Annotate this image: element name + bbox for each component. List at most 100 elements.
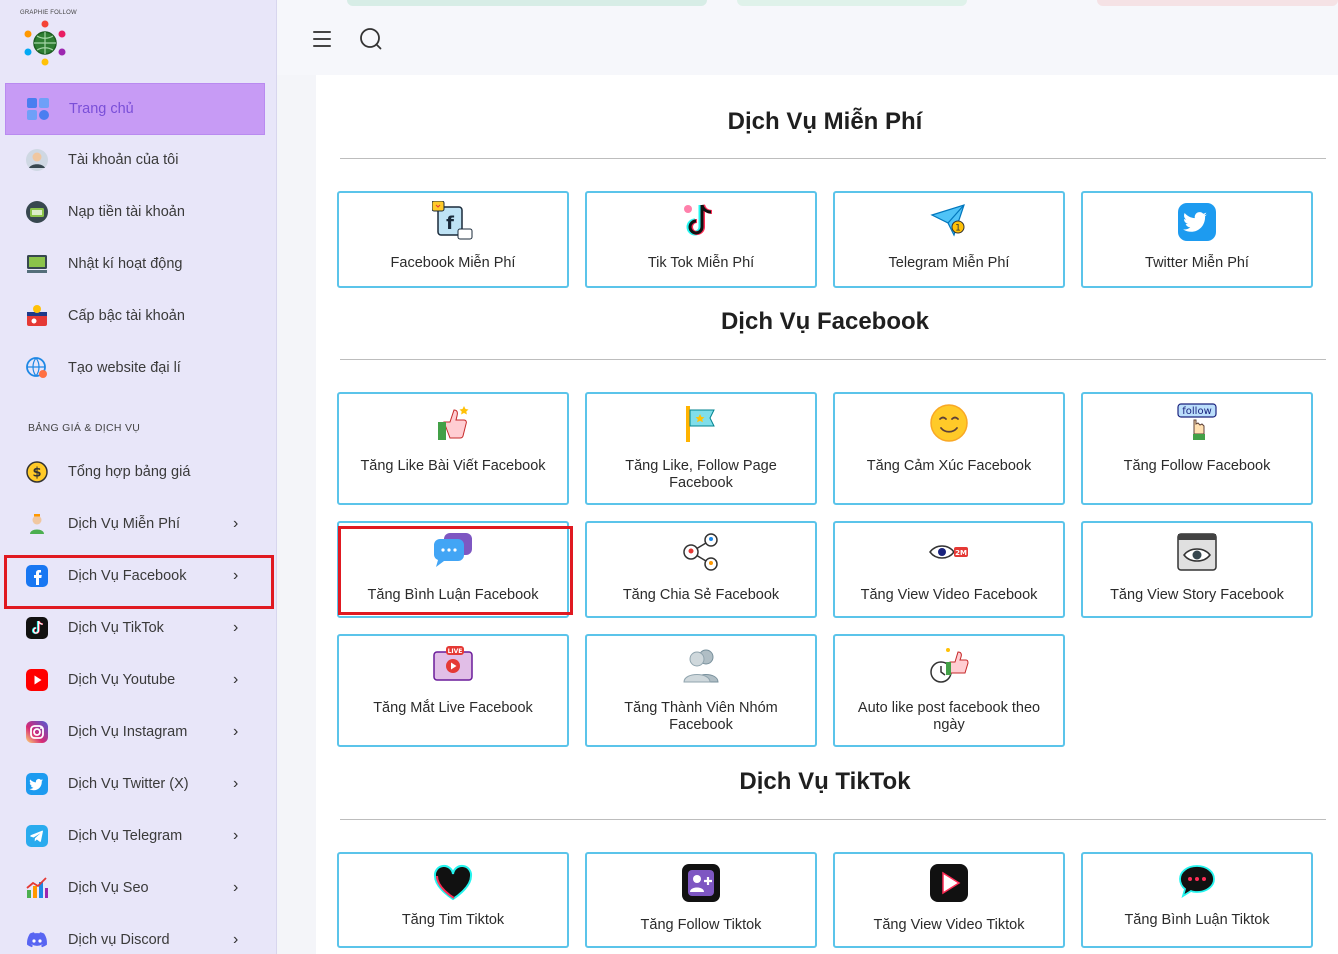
globe-logo-icon [24,20,66,66]
sidebar-item-activity-log[interactable]: Nhật kí hoạt động [5,238,265,290]
follow-badge-text: follow [1182,406,1212,417]
card-telegram-free[interactable]: 1 Telegram Miễn Phí [833,191,1065,288]
sidebar-item-account[interactable]: Tài khoản của tôi [5,134,265,186]
top-header [277,0,1338,75]
card-comment-tiktok[interactable]: Tăng Bình Luận Tiktok [1081,852,1313,948]
card-label: Facebook Miễn Phí [390,255,516,271]
sidebar-item-twitter-services[interactable]: Dịch Vụ Twitter (X) › [5,758,265,810]
instagram-icon [24,719,50,745]
section-title-free: Dịch Vụ Miễn Phí [727,108,923,135]
seo-icon [24,875,50,901]
card-auto-like-facebook[interactable]: Auto like post facebook theo ngày [833,634,1065,747]
play-video-icon [928,862,970,904]
card-label: Tăng View Video Facebook [860,587,1038,603]
card-label: Tăng Thành Viên Nhóm Facebook [624,700,778,733]
card-label: Auto like post facebook theo ngày [857,700,1041,733]
card-label: Twitter Miễn Phí [1145,255,1249,271]
sidebar-item-deposit[interactable]: Nạp tiền tài khoản [5,186,265,238]
flag-icon [680,402,722,444]
live-badge-text: LIVE [448,648,463,655]
menu-toggle-icon[interactable] [313,31,331,47]
eye-views-icon: 2M [928,531,970,573]
sidebar-item-free-services[interactable]: Dịch Vụ Miễn Phí › [5,498,265,550]
sidebar-item-price-list[interactable]: $ Tổng hợp bảng giá [5,446,265,498]
twitter-icon [1176,201,1218,243]
sidebar-item-seo-services[interactable]: Dịch Vụ Seo › [5,862,265,914]
svg-text:$: $ [32,466,41,481]
sidebar-item-label: Dịch Vụ Instagram [68,724,188,740]
card-live-eyes-facebook[interactable]: LIVE Tăng Mắt Live Facebook [337,634,569,747]
smiley-icon [928,402,970,444]
card-hearts-tiktok[interactable]: Tăng Tim Tiktok [337,852,569,948]
section-title-facebook: Dịch Vụ Facebook [720,308,930,335]
card-label: Tăng Like, Follow Page Facebook [625,458,777,491]
card-view-video-facebook[interactable]: 2M Tăng View Video Facebook [833,521,1065,618]
auto-like-clock-icon [928,644,970,686]
divider [340,359,1326,360]
sidebar-item-label: Dịch vụ Discord [68,932,170,948]
sidebar-item-instagram-services[interactable]: Dịch Vụ Instagram › [5,706,265,758]
youtube-icon [24,667,50,693]
main-content: Dịch Vụ Miễn Phí f Facebook Miễn Phí Tik… [316,75,1338,954]
group-users-icon [680,644,722,686]
user-account-icon [24,147,50,173]
card-label: Tăng Chia Sẻ Facebook [622,587,780,603]
card-view-video-tiktok[interactable]: Tăng View Video Tiktok [833,852,1065,948]
sidebar-item-label: Dịch Vụ Seo [68,880,149,896]
divider [340,819,1326,820]
sidebar-item-agent-website[interactable]: Tạo website đại lí [5,342,265,394]
sidebar-item-telegram-services[interactable]: Dịch Vụ Telegram › [5,810,265,862]
card-label: Tik Tok Miễn Phí [647,255,755,271]
card-like-follow-page-facebook[interactable]: Tăng Like, Follow Page Facebook [585,392,817,505]
header-decoration [737,0,967,6]
live-video-icon: LIVE [432,644,474,686]
website-icon [24,355,50,381]
facebook-chat-icon: f [432,201,474,243]
sidebar-item-youtube-services[interactable]: Dịch Vụ Youtube › [5,654,265,706]
card-facebook-free[interactable]: f Facebook Miễn Phí [337,191,569,288]
card-label: Tăng Like Bài Viết Facebook [360,458,546,474]
header-decoration [347,0,707,6]
twitter-icon [24,771,50,797]
chevron-right-icon: › [233,931,239,948]
wallet-icon [24,199,50,225]
card-tiktok-free[interactable]: Tik Tok Miễn Phí [585,191,817,288]
sidebar-item-account-level[interactable]: Cấp bậc tài khoản [5,290,265,342]
card-share-facebook[interactable]: Tăng Chia Sẻ Facebook [585,521,817,618]
price-list-icon: $ [24,459,50,485]
heart-icon [432,862,474,904]
sidebar-item-discord-services[interactable]: Dịch vụ Discord › [5,914,265,954]
sidebar-item-label: Tài khoản của tôi [68,152,179,168]
search-icon[interactable] [359,27,383,51]
free-service-icon [24,511,50,537]
sidebar-item-home[interactable]: Trang chủ [5,83,265,135]
sidebar-item-label: Dịch Vụ Twitter (X) [68,776,189,792]
sidebar-item-label: Dịch Vụ Miễn Phí [68,516,181,532]
sidebar-item-label: Dịch Vụ Youtube [68,672,176,688]
header-decoration [1097,0,1338,6]
telegram-icon [24,823,50,849]
chevron-right-icon: › [233,515,239,532]
thumbs-up-icon [432,402,474,444]
chevron-right-icon: › [233,879,239,896]
follow-button-icon: follow [1176,402,1218,444]
brand-logo[interactable]: GRAPHIE FOLLOW [20,10,77,66]
chevron-right-icon: › [233,619,239,636]
card-label: Tăng Follow Tiktok [640,917,762,933]
card-like-post-facebook[interactable]: Tăng Like Bài Viết Facebook [337,392,569,505]
card-follow-facebook[interactable]: follow Tăng Follow Facebook [1081,392,1313,505]
card-label: Tăng Tim Tiktok [401,912,505,928]
card-follow-tiktok[interactable]: Tăng Follow Tiktok [585,852,817,948]
card-label: Tăng View Story Facebook [1110,587,1284,603]
activity-log-icon [24,251,50,277]
svg-text:f: f [446,213,454,234]
sidebar-item-label: Tổng hợp bảng giá [68,464,191,480]
card-twitter-free[interactable]: Twitter Miễn Phí [1081,191,1313,288]
sidebar-item-tiktok-services[interactable]: Dịch Vụ TikTok › [5,602,265,654]
discord-icon [24,927,50,953]
highlight-box-facebook-nav [4,555,274,609]
sidebar: GRAPHIE FOLLOW Trang chủ Tài khoản của t… [0,0,277,954]
card-reactions-facebook[interactable]: Tăng Cảm Xúc Facebook [833,392,1065,505]
card-view-story-facebook[interactable]: Tăng View Story Facebook [1081,521,1313,618]
card-group-members-facebook[interactable]: Tăng Thành Viên Nhóm Facebook [585,634,817,747]
